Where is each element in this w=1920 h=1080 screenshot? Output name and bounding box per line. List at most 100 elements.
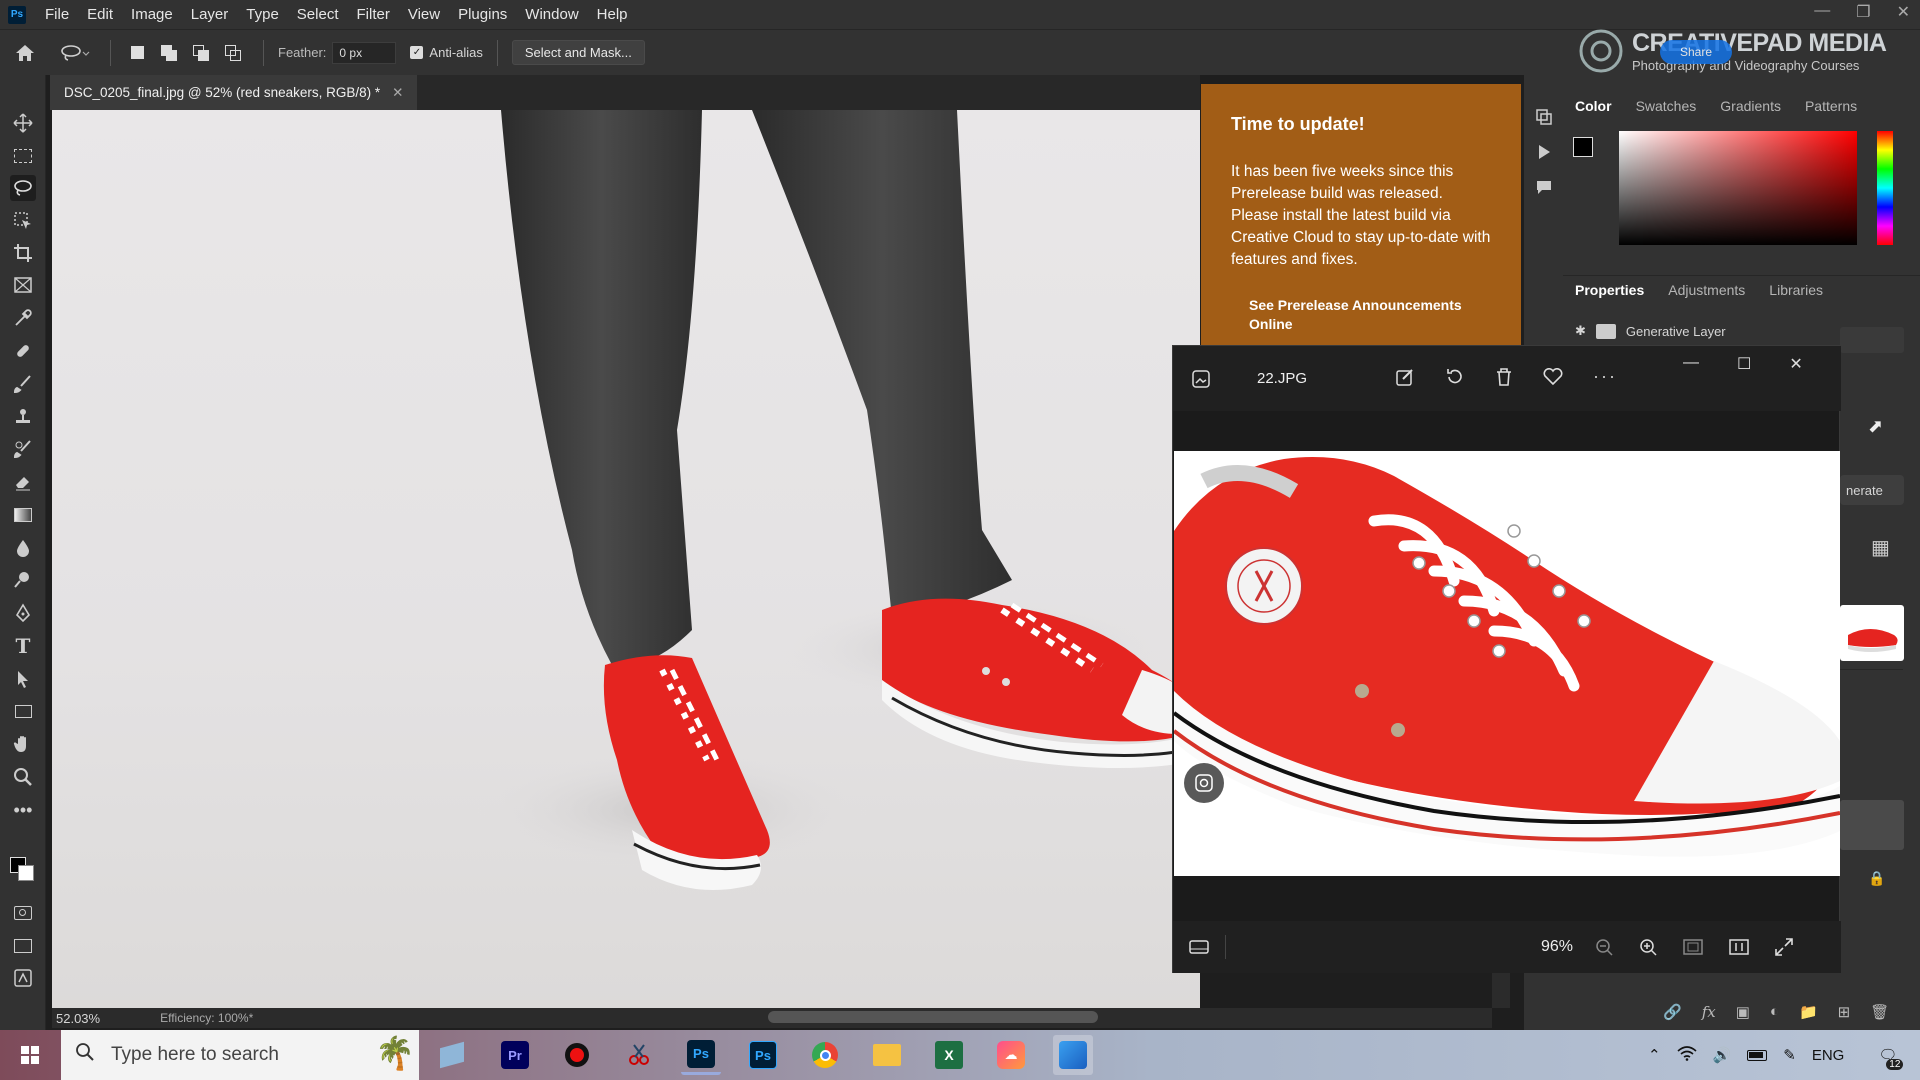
menu-edit[interactable]: Edit [78, 6, 122, 23]
gradient-tool-icon[interactable] [10, 502, 36, 528]
taskbar-app-files[interactable] [432, 1035, 472, 1075]
variation-thumbnail[interactable] [1840, 605, 1904, 661]
tab-color[interactable]: Color [1575, 98, 1612, 114]
marquee-tool-icon[interactable] [10, 143, 36, 169]
healing-brush-tool-icon[interactable] [10, 338, 36, 364]
new-layer-icon[interactable]: ⊞ [1838, 1003, 1851, 1021]
grid-view-icon[interactable]: ▦ [1871, 535, 1890, 560]
fullscreen-icon[interactable] [1775, 938, 1793, 956]
select-and-mask-button[interactable]: Select and Mask... [511, 40, 645, 65]
comments-icon[interactable] [1532, 175, 1556, 199]
tab-properties[interactable]: Properties [1575, 282, 1644, 298]
battery-icon[interactable] [1747, 1049, 1768, 1061]
add-selection-icon[interactable] [153, 44, 185, 61]
prompt-field[interactable] [1840, 327, 1904, 353]
actual-size-icon[interactable] [1729, 938, 1749, 956]
intersect-selection-icon[interactable] [217, 44, 249, 61]
lock-icon[interactable]: 🔒 [1868, 870, 1885, 887]
photos-minimize-icon[interactable]: — [1683, 354, 1699, 374]
visual-search-icon[interactable] [1184, 763, 1224, 803]
delete-icon[interactable] [1495, 366, 1513, 387]
windows-start-icon[interactable] [0, 1030, 60, 1080]
layer-row-highlight[interactable] [1840, 800, 1904, 850]
share-button[interactable]: Share [1660, 40, 1732, 64]
tab-adjustments[interactable]: Adjustments [1668, 282, 1745, 298]
tab-libraries[interactable]: Libraries [1769, 282, 1823, 298]
dodge-tool-icon[interactable] [10, 567, 36, 593]
subtract-selection-icon[interactable] [185, 44, 217, 61]
object-select-tool-icon[interactable] [10, 208, 36, 234]
document-canvas[interactable] [52, 110, 1200, 1008]
horizontal-scrollbar-thumb[interactable] [768, 1011, 1098, 1023]
more-tools-icon[interactable]: ••• [10, 797, 36, 823]
screen-mode-icon[interactable] [10, 933, 36, 959]
taskbar-app-photos[interactable] [1053, 1035, 1093, 1075]
photos-maximize-icon[interactable]: ☐ [1737, 354, 1751, 374]
path-select-tool-icon[interactable] [10, 666, 36, 692]
tray-chevron-icon[interactable]: ⌃ [1648, 1046, 1661, 1064]
menu-select[interactable]: Select [288, 6, 348, 23]
feather-input[interactable] [332, 41, 397, 64]
clone-stamp-tool-icon[interactable] [10, 404, 36, 430]
zoom-out-icon[interactable] [1595, 938, 1613, 956]
more-options-icon[interactable]: ··· [1593, 366, 1617, 387]
crop-tool-icon[interactable] [10, 240, 36, 266]
minimize-icon[interactable]: — [1814, 2, 1830, 22]
menu-image[interactable]: Image [122, 6, 182, 23]
history-brush-tool-icon[interactable] [10, 436, 36, 462]
menu-filter[interactable]: Filter [348, 6, 399, 23]
hue-slider[interactable] [1877, 131, 1893, 245]
background-color-swatch[interactable] [18, 865, 34, 881]
hand-tool-icon[interactable] [10, 731, 36, 757]
zoom-in-icon[interactable] [1639, 938, 1657, 956]
add-mask-icon[interactable]: ▣ [1736, 1003, 1750, 1021]
wifi-icon[interactable] [1677, 1045, 1697, 1065]
edit-image-icon[interactable] [1395, 366, 1415, 387]
fit-to-window-icon[interactable] [1683, 938, 1703, 956]
eyedropper-tool-icon[interactable] [10, 305, 36, 331]
menu-layer[interactable]: Layer [182, 6, 238, 23]
eraser-tool-icon[interactable] [10, 469, 36, 495]
taskbar-app-excel[interactable]: X [929, 1035, 969, 1075]
new-selection-icon[interactable] [121, 46, 153, 59]
adjustment-layer-icon[interactable]: ◐ [1770, 1003, 1779, 1021]
menu-window[interactable]: Window [516, 6, 587, 23]
language-indicator[interactable]: ENG [1812, 1047, 1845, 1064]
taskbar-search[interactable]: Type here to search 🌴 [61, 1030, 419, 1080]
frame-tool-icon[interactable] [10, 272, 36, 298]
antialias-checkbox[interactable]: ✓ Anti-alias [410, 45, 483, 60]
notifications-icon[interactable]: 🗨 12 [1878, 1046, 1904, 1070]
delete-layer-icon[interactable]: 🗑 [1870, 1003, 1889, 1021]
document-tab[interactable]: DSC_0205_final.jpg @ 52% (red sneakers, … [50, 75, 418, 110]
rotate-icon[interactable] [1445, 366, 1465, 387]
photos-close-icon[interactable]: ✕ [1789, 354, 1802, 374]
menu-type[interactable]: Type [237, 6, 288, 23]
photos-image[interactable] [1174, 451, 1840, 876]
taskbar-app-explorer[interactable] [867, 1035, 907, 1075]
home-icon[interactable] [0, 30, 50, 76]
fx-icon[interactable]: fx [1702, 1003, 1716, 1021]
menu-plugins[interactable]: Plugins [449, 6, 516, 23]
tab-swatches[interactable]: Swatches [1636, 98, 1697, 114]
link-layers-icon[interactable]: 🔗 [1663, 1003, 1682, 1021]
play-actions-icon[interactable] [1532, 140, 1556, 164]
taskbar-app-creative-cloud[interactable]: ☁ [991, 1035, 1031, 1075]
close-icon[interactable]: ✕ [1897, 2, 1910, 22]
menu-help[interactable]: Help [588, 6, 637, 23]
volume-icon[interactable]: 🔊 [1713, 1046, 1732, 1064]
lasso-tool-icon[interactable] [50, 44, 100, 62]
move-tool-icon[interactable] [10, 110, 36, 136]
pen-tool-icon[interactable] [10, 600, 36, 626]
filmstrip-icon[interactable] [1173, 939, 1225, 955]
favorite-heart-icon[interactable] [1543, 366, 1563, 387]
photoshop-logo[interactable]: Ps [8, 5, 26, 24]
lasso-tool-icon[interactable] [10, 175, 36, 201]
type-tool-icon[interactable]: T [10, 633, 36, 659]
quick-mask-icon[interactable] [10, 900, 36, 926]
rectangle-tool-icon[interactable] [10, 698, 36, 724]
generative-icon[interactable] [10, 965, 36, 991]
restore-icon[interactable]: ❐ [1856, 2, 1870, 22]
menu-file[interactable]: File [36, 6, 78, 23]
prerelease-link[interactable]: See Prerelease Announcements Online [1249, 296, 1491, 334]
fg-color-swatch[interactable] [1573, 137, 1593, 157]
